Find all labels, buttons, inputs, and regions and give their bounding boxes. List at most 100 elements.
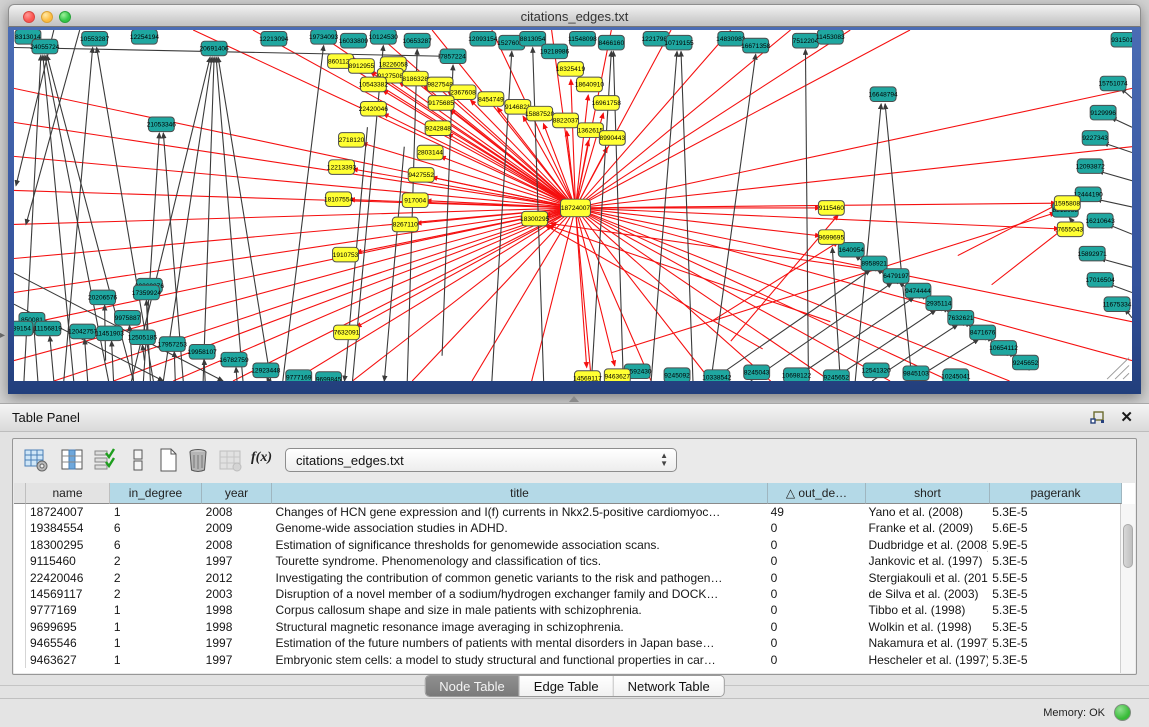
graph-node-label: 11156819 bbox=[34, 326, 63, 333]
show-columns-icon[interactable] bbox=[59, 447, 85, 473]
graph-node-label: 10553287 bbox=[80, 36, 110, 43]
graph-node-label: 8990443 bbox=[600, 135, 626, 142]
table-panel-title: Table Panel bbox=[12, 410, 80, 425]
graph-node-label: 9699695 bbox=[819, 234, 845, 241]
create-column-icon[interactable] bbox=[155, 447, 181, 473]
graph-edge bbox=[85, 339, 88, 381]
table-cell: 0 bbox=[767, 553, 865, 569]
graph-node-label: 8471676 bbox=[970, 330, 996, 337]
column-header-year[interactable]: year bbox=[202, 483, 272, 504]
attribute-table: namein_degreeyeartitle△ out_de…shortpage… bbox=[14, 483, 1135, 673]
graph-node-label: 9975887 bbox=[115, 315, 141, 322]
network-canvas[interactable]: 8313014240557241055328712254194206914061… bbox=[14, 30, 1132, 381]
table-mode-icon[interactable] bbox=[23, 447, 49, 473]
graph-node-label: 10543382 bbox=[359, 82, 389, 89]
table-cell: 2009 bbox=[202, 520, 272, 536]
graph-node-label: 2718120 bbox=[339, 137, 365, 144]
table-cell: 2 bbox=[110, 570, 202, 586]
column-header-name[interactable]: name bbox=[26, 483, 110, 504]
table-cell: 0 bbox=[767, 537, 865, 553]
graph-node-label: 19734093 bbox=[309, 34, 339, 41]
table-row[interactable]: 1456911722003Disruption of a novel membe… bbox=[14, 586, 1120, 602]
table-cell: 1 bbox=[110, 504, 202, 520]
graph-node-label: 15751074 bbox=[1098, 81, 1128, 88]
table-row[interactable]: 1830029562008Estimation of significance … bbox=[14, 537, 1120, 553]
graph-edge bbox=[14, 122, 575, 208]
column-header-out_de…[interactable]: △ out_de… bbox=[768, 483, 866, 504]
column-header-in_degree[interactable]: in_degree bbox=[110, 483, 202, 504]
table-row[interactable]: 911546021997Tourette syndrome. Phenomeno… bbox=[14, 553, 1120, 569]
graph-node-label: 15892971 bbox=[1078, 251, 1108, 258]
function-builder-icon[interactable]: f(x) bbox=[251, 450, 277, 476]
table-cell: 0 bbox=[767, 619, 865, 635]
graph-node-label: 1910753 bbox=[333, 252, 359, 259]
graph-edge bbox=[50, 336, 54, 381]
table-cell: Wolkin et al. (1998) bbox=[864, 619, 988, 635]
graph-node-label: 9827548 bbox=[427, 82, 453, 89]
column-header-pagerank[interactable]: pagerank bbox=[990, 483, 1122, 504]
graph-node-label: 9427552 bbox=[408, 172, 434, 179]
table-cell: 2012 bbox=[202, 570, 272, 586]
column-header-title[interactable]: title bbox=[272, 483, 768, 504]
table-row[interactable]: 977716911998Corpus callosum shape and si… bbox=[14, 602, 1120, 618]
tab-edge-table[interactable]: Edge Table bbox=[520, 676, 614, 696]
graph-node-label: 16782759 bbox=[219, 357, 249, 364]
table-scrollbar-thumb[interactable] bbox=[1123, 524, 1133, 568]
close-panel-icon[interactable]: ✕ bbox=[1120, 408, 1133, 426]
table-cell: 5.9E-5 bbox=[988, 537, 1120, 553]
delete-column-icon[interactable] bbox=[185, 447, 211, 473]
graph-node-label: 9175685 bbox=[428, 100, 454, 107]
graph-node-label: 8813054 bbox=[520, 36, 546, 43]
toggle-view-icon[interactable] bbox=[125, 447, 151, 473]
graph-node-label: 9129996 bbox=[1090, 110, 1116, 117]
table-row[interactable]: 2242004622012Investigating the contribut… bbox=[14, 570, 1120, 586]
memory-status-label: Memory: OK bbox=[1043, 707, 1105, 719]
window-title: citations_edges.txt bbox=[9, 9, 1140, 24]
combo-stepper-icon: ▲▼ bbox=[660, 452, 668, 468]
table-row[interactable]: 1938455462009Genome-wide association stu… bbox=[14, 520, 1120, 536]
table-select-dropdown[interactable]: citations_edges.txt ▲▼ bbox=[285, 448, 677, 472]
table-cell: 1997 bbox=[202, 635, 272, 651]
graph-edge bbox=[575, 30, 730, 208]
row-gutter bbox=[14, 635, 26, 651]
table-row[interactable]: 1872400712008Changes of HCN gene express… bbox=[14, 504, 1120, 520]
graph-edge bbox=[352, 208, 575, 381]
graph-edge bbox=[204, 360, 205, 381]
window-titlebar[interactable]: citations_edges.txt bbox=[8, 4, 1141, 27]
table-cell: Disruption of a novel member of a sodium… bbox=[272, 586, 767, 602]
table-cell: 18300295 bbox=[26, 537, 110, 553]
graph-node-label: 9242848 bbox=[425, 125, 451, 132]
table-cell: 9465546 bbox=[26, 635, 110, 651]
column-header-short[interactable]: short bbox=[866, 483, 990, 504]
table-cell: 49 bbox=[767, 504, 865, 520]
table-row[interactable]: 946554611997Estimation of the future num… bbox=[14, 635, 1120, 651]
column-header-gutter[interactable] bbox=[14, 483, 26, 504]
graph-node-label: 9245652 bbox=[824, 374, 850, 381]
table-row[interactable]: 969969511998Structural magnetic resonanc… bbox=[14, 619, 1120, 635]
panel-resize-grip[interactable] bbox=[569, 396, 579, 402]
graph-node-label: 12042757 bbox=[68, 329, 98, 336]
tab-network-table[interactable]: Network Table bbox=[614, 676, 724, 696]
graph-edge bbox=[958, 205, 1057, 256]
tab-node-table[interactable]: Node Table bbox=[425, 676, 520, 696]
row-gutter bbox=[14, 553, 26, 569]
row-gutter bbox=[14, 537, 26, 553]
graph-edge bbox=[681, 51, 693, 381]
graph-node-label: 7655043 bbox=[1058, 227, 1084, 234]
table-scrollbar[interactable] bbox=[1120, 504, 1135, 673]
graph-node-label: 9699845 bbox=[316, 376, 342, 381]
table-type-tabs: Node TableEdge TableNetwork Table bbox=[424, 675, 725, 697]
graph-node-label: 9115460 bbox=[819, 205, 844, 212]
memory-indicator-icon[interactable] bbox=[1114, 704, 1131, 721]
graph-node-label: 12541320 bbox=[862, 368, 892, 375]
graph-node-label: 6479197 bbox=[883, 273, 909, 280]
graph-node-label: 18640910 bbox=[575, 82, 605, 89]
graph-edge bbox=[651, 51, 677, 381]
table-cell: 5.3E-5 bbox=[988, 635, 1120, 651]
table-cell: Tibbo et al. (1998) bbox=[864, 602, 988, 618]
select-rows-icon[interactable] bbox=[91, 447, 117, 473]
float-panel-icon[interactable] bbox=[1090, 411, 1105, 425]
table-row[interactable]: 946362711997Embryonic stem cells: a mode… bbox=[14, 652, 1120, 668]
import-table-icon[interactable] bbox=[217, 447, 243, 473]
graph-node-label: 19958107 bbox=[188, 349, 218, 356]
